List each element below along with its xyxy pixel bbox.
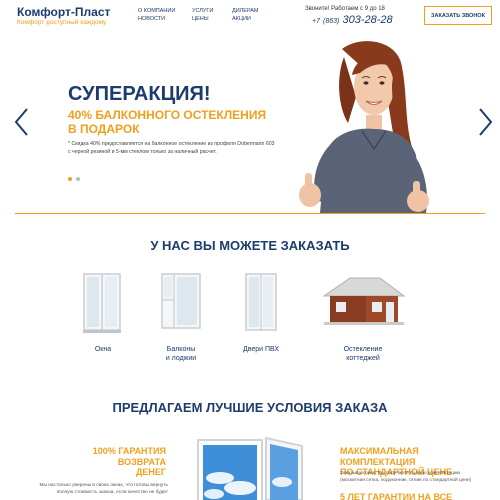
service-balconies-label2: и лоджии <box>165 355 197 362</box>
woman-thumbs-up-image <box>299 41 429 213</box>
hero-subtitle-line2: В ПОДАРОК <box>68 122 140 136</box>
chevron-left-icon[interactable] <box>13 107 31 137</box>
nav-link-promotions[interactable]: Акции <box>232 16 251 24</box>
hero-subtitle-line1: 40% БАЛКОННОГО ОСТЕКЛЕНИЯ <box>68 108 267 122</box>
conditions-title: ПРЕДЛАГАЕМ ЛУЧШИЕ УСЛОВИЯ ЗАКАЗА <box>112 400 388 415</box>
logo-title[interactable]: Комфорт-Пласт <box>17 5 110 19</box>
phone-number[interactable]: +7 (863) 303-28-28 <box>312 14 393 26</box>
hero-slider: СУПЕРАКЦИЯ! 40% БАЛКОННОГО ОСТЕКЛЕНИЯ В … <box>0 37 500 213</box>
open-window-image <box>197 436 303 500</box>
services-title: У НАС ВЫ МОЖЕТЕ ЗАКАЗАТЬ <box>150 238 350 253</box>
pvc-door-image[interactable] <box>244 272 278 332</box>
hero-divider <box>15 213 485 214</box>
service-balconies[interactable]: Балконы и лоджии <box>156 345 206 363</box>
guarantee-title-line2: ВОЗВРАТА <box>117 456 166 467</box>
slider-dot-2[interactable] <box>76 177 80 181</box>
working-hours: Звоните! Работаем с 9 до 18 <box>305 6 385 12</box>
service-windows[interactable]: Окна <box>78 345 128 354</box>
hero-subtitle: 40% БАЛКОННОГО ОСТЕКЛЕНИЯ В ПОДАРОК <box>68 108 308 136</box>
service-doors-label: Двери ПВХ <box>242 346 280 353</box>
service-cottages-label1: Остекление <box>343 346 383 353</box>
full-kit-text: Заказывая окна, Вы получаете полную комп… <box>340 470 490 484</box>
service-windows-label: Окна <box>94 346 112 353</box>
service-balconies-label1: Балконы <box>166 346 196 353</box>
service-cottages[interactable]: Остекление коттеджей <box>334 345 392 363</box>
site-header: Комфорт-Пласт Комфорт доступный каждому … <box>0 0 500 36</box>
guarantee-text-line1: Мы настолько уверены в своих окнах, что … <box>39 483 168 488</box>
full-kit-text-line1: Заказывая окна, Вы получаете полную комп… <box>340 471 461 476</box>
logo-subtitle: Комфорт доступный каждому <box>17 19 107 26</box>
guarantee-title-line3: ДЕНЕГ <box>135 467 166 477</box>
callback-button[interactable]: ЗАКАЗАТЬ ЗВОНОК <box>424 6 492 25</box>
phone-prefix: +7 <box>312 18 320 25</box>
phone-code: (863) <box>323 18 340 25</box>
chevron-right-icon[interactable] <box>476 107 494 137</box>
nav-link-news[interactable]: Новости <box>138 16 165 24</box>
service-doors[interactable]: Двери ПВХ <box>236 345 286 354</box>
phone-digits: 303-28-28 <box>342 14 393 26</box>
slider-dots <box>68 177 80 181</box>
nav-link-dealers[interactable]: Дилерам <box>232 8 259 16</box>
full-kit-title-line1: МАКСИМАЛЬНАЯ КОМПЛЕКТАЦИЯ <box>340 446 419 467</box>
window-image[interactable] <box>82 272 122 334</box>
nav-link-prices[interactable]: Цены <box>192 16 209 24</box>
cottage-image[interactable] <box>320 274 408 326</box>
slider-dot-1[interactable] <box>68 177 72 181</box>
guarantee-text-line2: полную стоимость заказа, если качество н… <box>56 490 168 495</box>
balcony-image[interactable] <box>160 272 202 330</box>
nav-link-services[interactable]: Услуги <box>192 8 213 16</box>
hero-title: СУПЕРАКЦИЯ! <box>68 83 211 105</box>
guarantee-text: Мы настолько уверены в своих окнах, что … <box>20 482 168 496</box>
hero-footnote: * Скидка 40% предоставляется на балконно… <box>68 141 275 155</box>
guarantee-title-line1: 100% ГАРАНТИЯ <box>92 446 166 456</box>
guarantee-title: 100% ГАРАНТИЯ ВОЗВРАТА ДЕНЕГ <box>60 446 166 478</box>
full-kit-text-line2: (москитная сетка, подоконник, отлив по с… <box>340 478 472 483</box>
warranty-title: 5 ЛЕТ ГАРАНТИИ НА ВСЕ <box>340 492 453 500</box>
service-cottages-label2: коттеджей <box>346 355 380 362</box>
nav-link-about[interactable]: О компании <box>138 8 175 16</box>
